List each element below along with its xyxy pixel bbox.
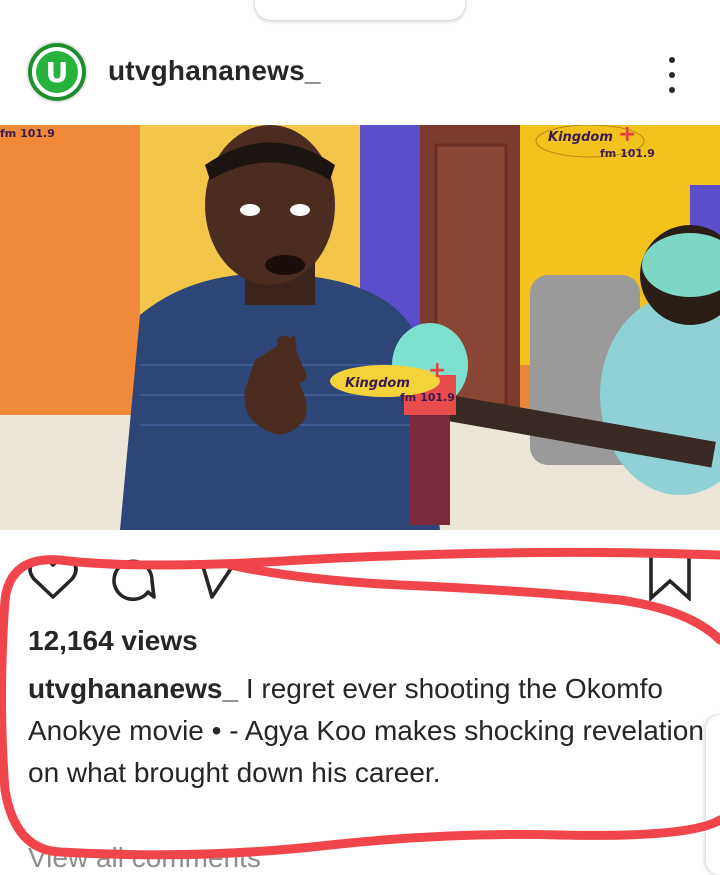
bookmark-icon[interactable] (648, 551, 692, 606)
logo-top-left: fm 101.9 (0, 127, 55, 140)
post-actions (0, 545, 720, 605)
video-frame: Kingdom fm 101.9 + Kingdom fm 101.9 + fm… (0, 125, 720, 530)
view-count: 12,164 views (28, 625, 198, 656)
paper-plane-icon[interactable] (198, 557, 238, 606)
svg-text:Kingdom: Kingdom (345, 376, 410, 391)
side-sheet-edge (706, 715, 720, 875)
top-sheet-handle (255, 0, 465, 20)
comment-bubble-icon[interactable] (108, 555, 156, 608)
svg-text:+: + (618, 125, 636, 147)
post-username[interactable]: utvghananews_ (108, 55, 321, 87)
svg-text:fm 101.9: fm 101.9 (400, 391, 455, 404)
svg-text:+: + (428, 358, 446, 383)
avatar-logo: U (36, 51, 78, 93)
svg-text:Kingdom: Kingdom (548, 130, 613, 145)
post-caption: utvghananews_ I regret ever shooting the… (28, 668, 708, 794)
heart-outline-icon[interactable] (28, 555, 78, 606)
caption-username[interactable]: utvghananews_ (28, 673, 238, 704)
view-all-comments-link[interactable]: View all comments (28, 842, 261, 874)
post-header: U utvghananews_ (0, 35, 720, 115)
svg-text:fm 101.9: fm 101.9 (600, 147, 655, 160)
post-video[interactable]: Kingdom fm 101.9 + Kingdom fm 101.9 + fm… (0, 125, 720, 530)
more-options-icon[interactable] (660, 57, 684, 93)
avatar[interactable]: U (28, 43, 86, 101)
